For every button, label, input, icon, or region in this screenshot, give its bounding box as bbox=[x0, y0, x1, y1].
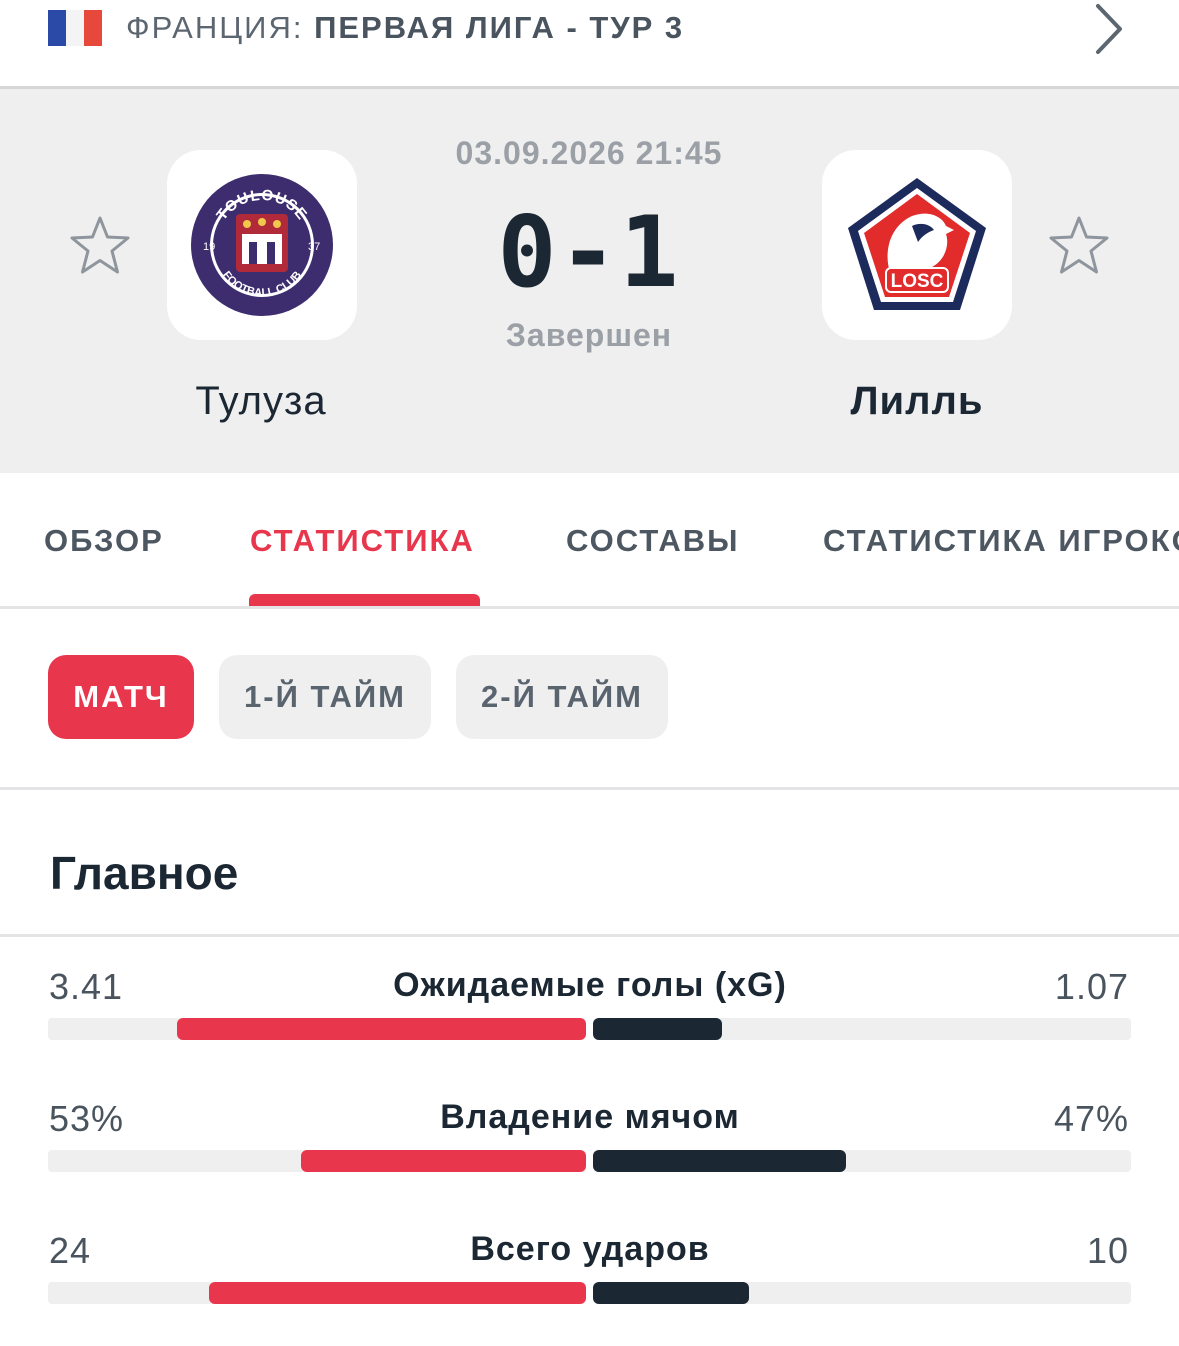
stat-row-total-shots: 24 Всего ударов 10 bbox=[0, 1230, 1179, 1340]
period-chip-first-half[interactable]: 1-Й ТАЙМ bbox=[219, 655, 431, 739]
toulouse-crest-icon: TOULOUSE FOOTBALL CLUB 19 37 bbox=[191, 174, 333, 316]
stat-bar-away bbox=[593, 1018, 722, 1040]
stat-bar-home bbox=[301, 1150, 586, 1172]
tab-lineups[interactable]: СОСТАВЫ bbox=[566, 523, 739, 559]
stat-home-value: 3.41 bbox=[49, 966, 124, 1007]
period-selector: МАТЧ 1-Й ТАЙМ 2-Й ТАЙМ bbox=[0, 609, 1179, 790]
crest-year-right: 37 bbox=[308, 241, 320, 253]
stat-bar-track-away bbox=[593, 1018, 1131, 1040]
france-flag-icon bbox=[48, 10, 102, 46]
league-competition: ПЕРВАЯ ЛИГА - ТУР 3 bbox=[314, 10, 685, 45]
active-tab-indicator bbox=[249, 594, 480, 606]
period-chip-match[interactable]: МАТЧ bbox=[48, 655, 194, 739]
stat-label: Владение мячом bbox=[440, 1098, 740, 1136]
stat-bar-track-home bbox=[48, 1150, 586, 1172]
stat-bar-track-away bbox=[593, 1150, 1131, 1172]
match-score: 0-1 bbox=[497, 196, 681, 310]
stat-away-value: 47% bbox=[1053, 1098, 1129, 1139]
crest-year-left: 19 bbox=[203, 241, 215, 253]
stat-row-possession: 53% Владение мячом 47% bbox=[0, 1098, 1179, 1208]
tab-overview[interactable]: ОБЗОР bbox=[44, 523, 164, 559]
stat-bar-away bbox=[593, 1150, 846, 1172]
tab-player-statistics[interactable]: СТАТИСТИКА ИГРОКОВ bbox=[823, 523, 1179, 559]
match-tabs: ОБЗОР СТАТИСТИКА СОСТАВЫ СТАТИСТИКА ИГРО… bbox=[0, 473, 1179, 609]
league-header[interactable]: ФРАНЦИЯ: ПЕРВАЯ ЛИГА - ТУР 3 bbox=[0, 0, 1179, 89]
league-country: ФРАНЦИЯ: bbox=[126, 10, 304, 45]
stat-bar-home bbox=[209, 1282, 586, 1304]
chevron-right-icon[interactable] bbox=[1090, 2, 1130, 56]
stat-bar-track-home bbox=[48, 1018, 586, 1040]
stat-bar-away bbox=[593, 1282, 749, 1304]
match-status: Завершен bbox=[505, 317, 673, 353]
stat-away-value: 1.07 bbox=[1054, 966, 1129, 1007]
match-header: TOULOUSE FOOTBALL CLUB 19 37 Тулуза 03.0… bbox=[0, 89, 1179, 473]
favorite-star-icon-home[interactable] bbox=[69, 215, 131, 277]
away-team-logo[interactable]: LOSC bbox=[822, 150, 1012, 340]
home-team-name[interactable]: Тулуза bbox=[111, 379, 411, 424]
league-title: ФРАНЦИЯ: ПЕРВАЯ ЛИГА - ТУР 3 bbox=[126, 8, 684, 48]
stat-row-xg: 3.41 Ожидаемые голы (xG) 1.07 bbox=[0, 966, 1179, 1076]
match-kickoff-time: 03.09.2026 21:45 bbox=[455, 135, 723, 171]
stat-bar-home bbox=[177, 1018, 586, 1040]
section-title: Главное bbox=[50, 847, 239, 899]
tab-statistics[interactable]: СТАТИСТИКА bbox=[250, 523, 475, 559]
stat-away-value: 10 bbox=[1086, 1230, 1129, 1271]
stat-home-value: 53% bbox=[49, 1098, 125, 1139]
favorite-star-icon-away[interactable] bbox=[1048, 215, 1110, 277]
stat-bar-track-away bbox=[593, 1282, 1131, 1304]
home-team-logo[interactable]: TOULOUSE FOOTBALL CLUB 19 37 bbox=[167, 150, 357, 340]
stat-label: Ожидаемые голы (xG) bbox=[393, 966, 787, 1004]
stat-label: Всего ударов bbox=[470, 1230, 710, 1268]
section-divider bbox=[0, 934, 1179, 937]
stat-bar-track-home bbox=[48, 1282, 586, 1304]
losc-crest-icon: LOSC bbox=[848, 178, 986, 310]
stat-home-value: 24 bbox=[49, 1230, 92, 1271]
away-team-name[interactable]: Лилль bbox=[767, 379, 1067, 424]
period-chip-second-half[interactable]: 2-Й ТАЙМ bbox=[456, 655, 668, 739]
losc-crest-text: LOSC bbox=[891, 271, 944, 292]
